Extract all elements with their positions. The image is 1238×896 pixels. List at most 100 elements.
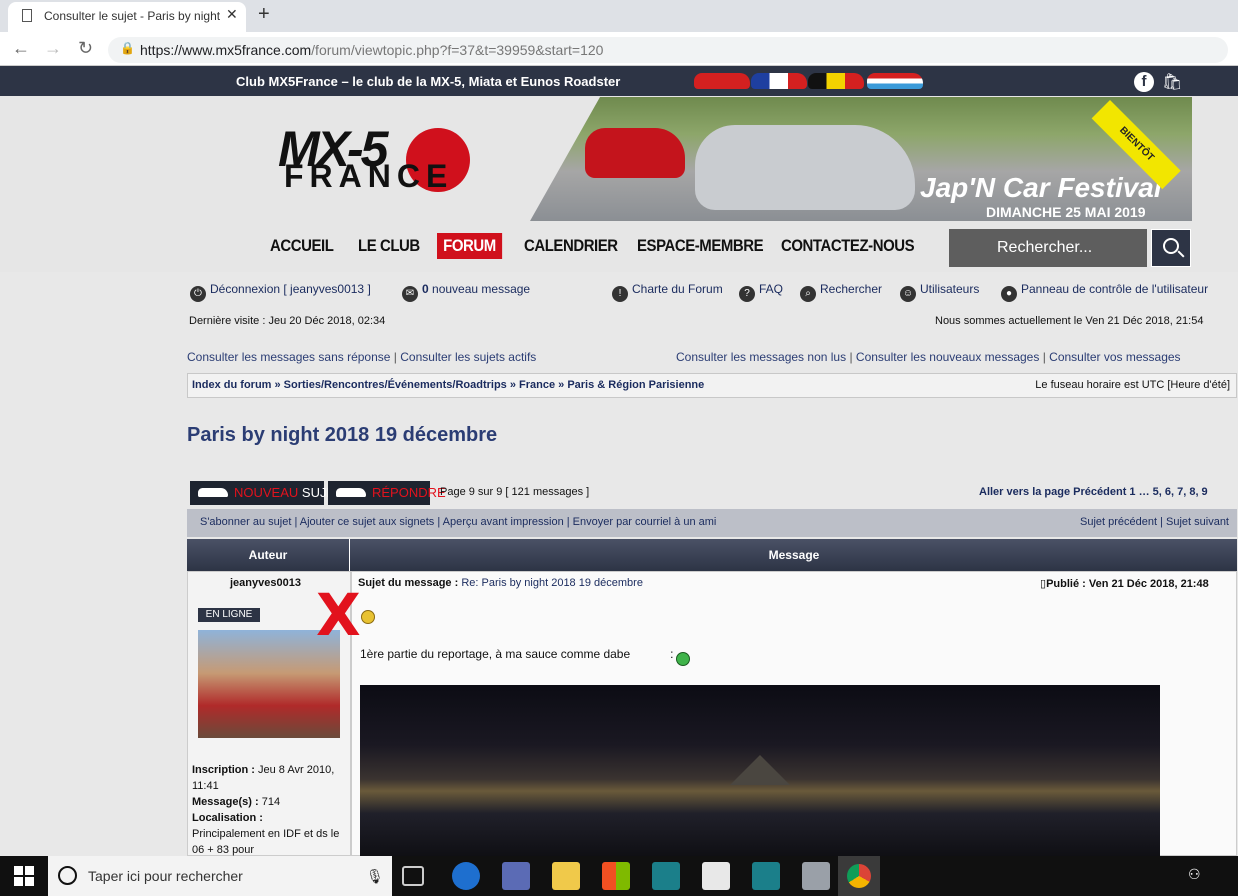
control-panel-link[interactable]: ● Panneau de contrôle de l'utilisateur [1001,282,1208,302]
taskbar-search-text: Taper ici pour rechercher [88,868,243,884]
back-icon[interactable]: ← [12,38,30,59]
address-bar: ← → ↻ 🔒 https://www.mx5france.com/forum/… [0,32,1238,66]
logo-france: FRANCE [284,158,454,194]
unread-link[interactable]: Consulter les messages non lus [676,350,846,364]
pagination[interactable]: Aller vers la page Précédent 1 … 5, 6, 7… [979,486,1208,498]
chrome-icon [847,864,871,888]
grin-smiley-icon [676,652,690,666]
people-icon[interactable]: ⚇ [1188,866,1201,883]
banner-title: Jap'N Car Festival [920,172,1162,203]
close-tab-icon[interactable]: ✕ [226,6,238,23]
nav-accueil[interactable]: ACCUEIL [270,236,334,256]
faq-link[interactable]: ? FAQ [739,282,783,302]
app2-icon[interactable] [652,862,680,890]
page-icon [22,9,32,22]
app-icon[interactable] [502,862,530,890]
browser-tab[interactable]: Consulter le sujet - Paris by night ✕ [8,2,246,32]
luxembourg-car-icon[interactable] [867,73,923,89]
app3-icon[interactable] [752,862,780,890]
last-visit: Dernière visite : Jeu 20 Déc 2018, 02:34 [189,315,386,327]
topic-actions[interactable]: S'abonner au sujet | Ajouter ce sujet au… [200,516,716,528]
shop-bag-icon[interactable]: 🛍 [1162,72,1182,92]
author-header: Auteur [187,539,350,571]
store-icon[interactable] [602,862,630,890]
chrome-taskbar-button[interactable] [838,856,880,896]
url-field[interactable]: 🔒 https://www.mx5france.com/forum/viewto… [108,37,1228,63]
nav-forum[interactable]: FORUM [437,233,502,259]
microphone-icon[interactable]: 🎙 [366,868,384,885]
edge-icon[interactable] [452,862,480,890]
nav-calendrier[interactable]: CALENDRIER [524,236,618,256]
post-date: ▯Publié : Ven 21 Déc 2018, 21:48 [1040,578,1209,590]
new-posts-link[interactable]: Consulter les nouveaux messages [856,350,1039,364]
site-search-input[interactable]: Rechercher... [949,229,1147,267]
nav-contactez-nous[interactable]: CONTACTEZ-NOUS [781,236,915,256]
user-icon: ● [1001,286,1017,302]
page-info: Page 9 sur 9 [ 121 messages ] [440,486,590,498]
banner-red-car [585,128,685,178]
alert-icon: ! [612,286,628,302]
facebook-icon[interactable]: f [1134,72,1154,92]
car-icon [336,488,366,497]
mail-app-icon[interactable] [702,862,730,890]
cortana-icon [58,866,77,885]
banner-silver-car [695,125,915,210]
tab-title: Consulter le sujet - Paris by night [44,9,221,23]
taskbar-search[interactable]: Taper ici pour rechercher 🎙 [48,856,392,896]
breadcrumb: Index du forum » Sorties/Rencontres/Évén… [187,373,1237,398]
swiss-car-icon[interactable] [694,73,750,89]
file-explorer-icon[interactable] [552,862,580,890]
nav-espace-membre[interactable]: ESPACE-MEMBRE [637,236,764,256]
post-photo-louvre[interactable] [360,685,1160,856]
windows-start-icon[interactable] [14,866,34,886]
post-text: 1ère partie du reportage, à ma sauce com… [360,647,674,661]
club-text: Club MX5France – le club de la MX-5, Mia… [236,74,621,89]
profile-messages: Message(s) : 714 [192,796,281,808]
france-car-icon[interactable] [751,73,807,89]
new-tab-button[interactable]: + [258,3,270,26]
url-host: https://www.mx5france.com [140,42,312,58]
online-badge: EN LIGNE [198,608,260,622]
new-message-link[interactable]: ✉ 0 nouveau message [402,282,530,302]
new-topic-button[interactable]: NOUVEAU SUJET [190,481,343,505]
power-icon: ⏻ [190,286,206,302]
search-button[interactable] [1151,229,1191,267]
red-x-mark: X [316,581,361,649]
forum-search-link[interactable]: ⌕ Rechercher [800,282,882,302]
app4-icon[interactable] [802,862,830,890]
url-path: /forum/viewtopic.php?f=37&t=39959&start=… [311,42,604,58]
post-author[interactable]: jeanyves0013 [230,577,301,589]
lock-icon: 🔒 [120,41,135,55]
users-link[interactable]: ☺ Utilisateurs [900,282,979,302]
unanswered-link[interactable]: Consulter les messages sans réponse [187,350,390,364]
pyramid-shape [730,755,790,785]
your-posts-link[interactable]: Consulter vos messages [1049,350,1180,364]
reload-icon[interactable]: ↻ [78,38,93,59]
belgium-car-icon[interactable] [808,73,864,89]
forward-icon[interactable]: → [44,38,62,59]
task-view-icon[interactable] [402,866,424,886]
timezone: Le fuseau horaire est UTC [Heure d'été] [1035,379,1230,391]
message-header: Message [768,548,820,562]
charte-link[interactable]: ! Charte du Forum [612,282,723,302]
reply-button[interactable]: RÉPONDRE [328,481,446,505]
mail-icon: ✉ [402,286,418,302]
nav-le-club[interactable]: LE CLUB [358,236,420,256]
banner-date: DIMANCHE 25 MAI 2019 [986,204,1146,220]
users-icon: ☺ [900,286,916,302]
help-icon: ? [739,286,755,302]
current-time: Nous sommes actuellement le Ven 21 Déc 2… [935,315,1204,327]
table-header: Auteur Message [187,539,1237,571]
breadcrumb-links[interactable]: Index du forum » Sorties/Rencontres/Évén… [192,379,704,391]
logout-link[interactable]: ⏻ Déconnexion [ jeanyves0013 ] [190,282,371,302]
profile-inscription: Inscription : Jeu 8 Avr 2010, 11:41 [192,764,335,792]
topic-actions-bar: S'abonner au sujet | Ajouter ce sujet au… [187,509,1237,537]
post-subject: Sujet du message : Re: Paris by night 20… [358,577,643,589]
magnifier-icon: ⌕ [800,286,816,302]
topic-navigation[interactable]: Sujet précédent | Sujet suivant [1080,516,1229,528]
active-topics-link[interactable]: Consulter les sujets actifs [400,350,536,364]
smiley-icon [361,610,375,624]
site-logo[interactable]: MX-5 FRANCE [278,120,518,200]
car-icon [198,488,228,497]
topic-title[interactable]: Paris by night 2018 19 décembre [187,424,497,447]
